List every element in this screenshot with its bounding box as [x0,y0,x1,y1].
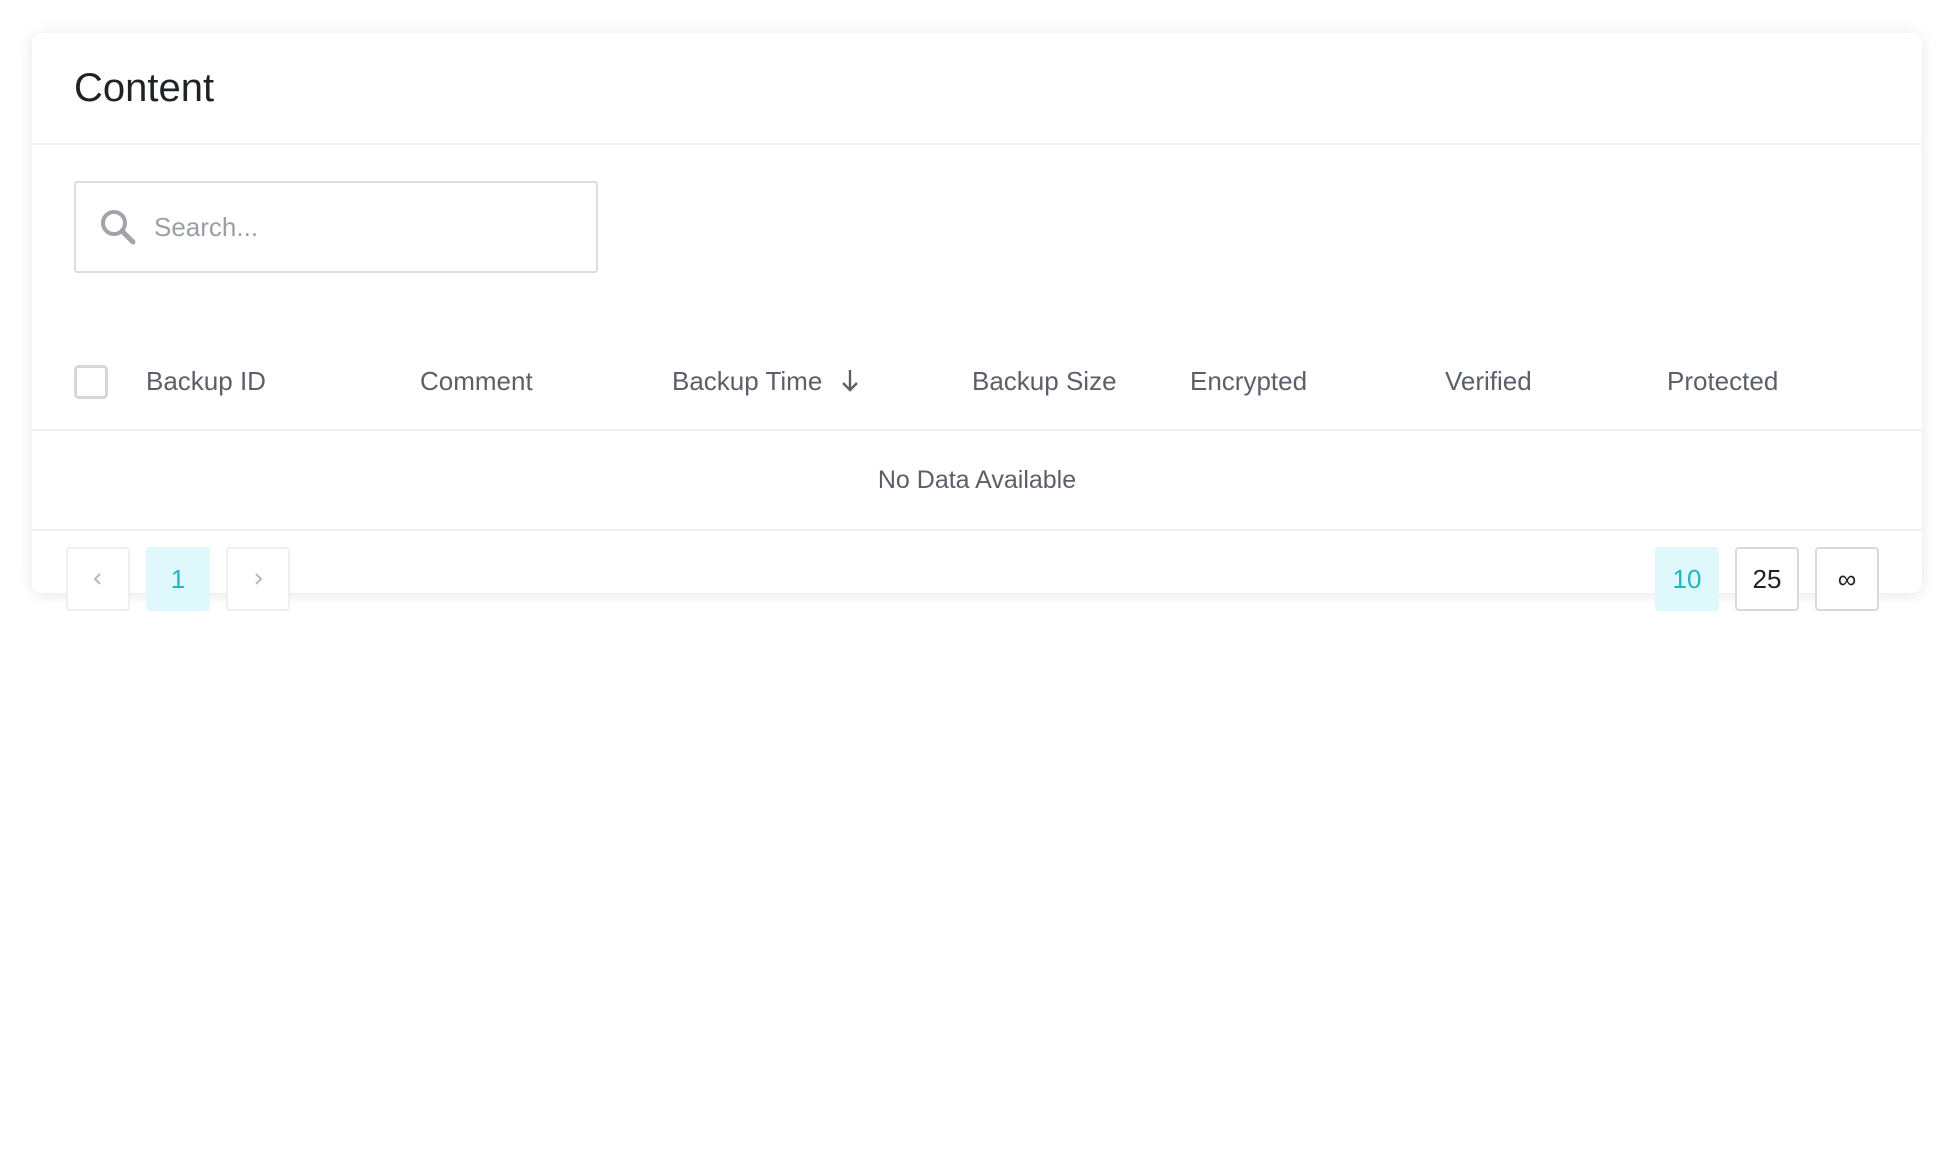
page-button-1[interactable]: 1 [146,547,210,611]
column-backup-time[interactable]: Backup Time [672,333,860,429]
column-backup-id[interactable]: Backup ID [146,333,266,429]
column-label: Comment [420,366,533,396]
chevron-right-icon [255,573,263,585]
empty-state-text: No Data Available [877,465,1077,494]
search-box[interactable] [74,181,598,273]
column-label: Verified [1445,366,1532,396]
column-protected[interactable]: Protected [1667,333,1778,429]
column-verified[interactable]: Verified [1445,333,1532,429]
table-header: Backup ID Comment Backup Time Backup Siz… [32,333,1922,431]
pagination-bar: 1 10 25 ∞ [32,547,1922,611]
page-size-25-button[interactable]: 25 [1735,547,1799,611]
column-label: Backup ID [146,366,266,396]
page-size-10-button[interactable]: 10 [1655,547,1719,611]
column-label: Backup Time [672,366,823,396]
next-page-button[interactable] [226,547,290,611]
arrow-down-icon [842,370,859,392]
column-label: Protected [1667,366,1779,396]
chevron-left-icon [93,573,101,585]
search-input[interactable] [152,210,556,244]
prev-page-button[interactable] [66,547,130,611]
column-comment[interactable]: Comment [420,333,533,429]
card-header: Content [32,33,1922,145]
empty-state-row: No Data Available [32,431,1922,531]
column-label: Backup Size [972,366,1117,396]
column-backup-size[interactable]: Backup Size [972,333,1117,429]
column-encrypted[interactable]: Encrypted [1190,333,1307,429]
search-icon [101,210,136,245]
content-card: Content Backup ID Comment Backup Time Ba… [32,33,1922,611]
card-title: Content [74,65,215,110]
page-size-all-button[interactable]: ∞ [1815,547,1879,611]
column-label: Encrypted [1190,366,1308,396]
select-all-checkbox[interactable] [74,365,108,399]
